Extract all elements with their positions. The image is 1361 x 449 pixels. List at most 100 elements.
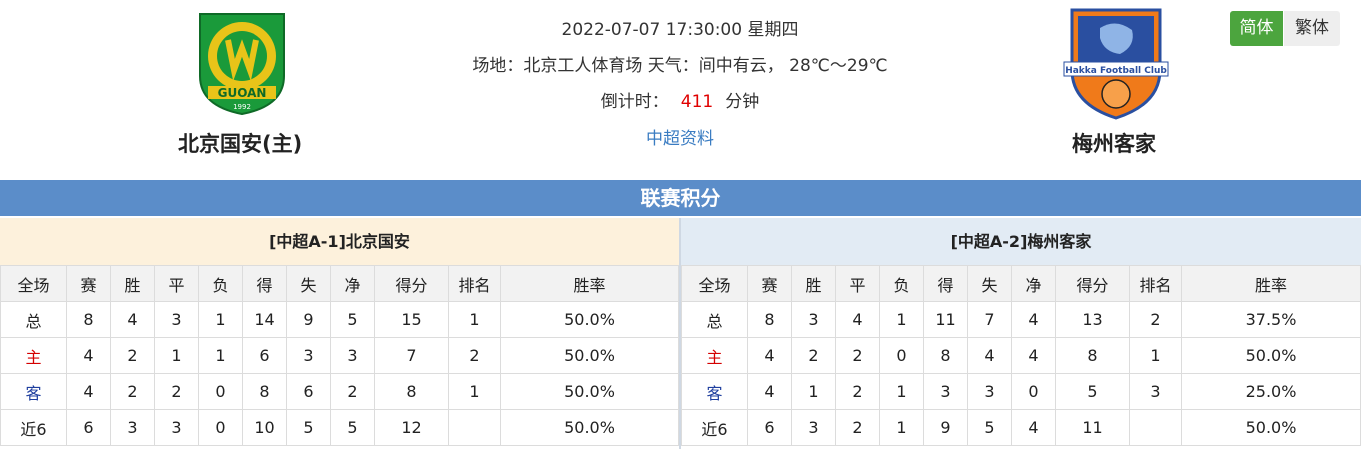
beijing-guoan-logo[interactable]: GUOAN 1992 — [194, 10, 290, 116]
table-cell: 2 — [110, 373, 155, 410]
table-cell: 8 — [242, 373, 287, 410]
col-header: 排名 — [1129, 265, 1182, 302]
league-info-link[interactable]: 中超资料 — [646, 129, 714, 149]
table-cell: 0 — [198, 373, 243, 410]
table-cell: 8 — [1055, 337, 1130, 374]
table-cell: 3 — [791, 301, 836, 338]
table-cell: 6 — [747, 409, 792, 446]
table-cell — [448, 409, 501, 446]
table-cell: 4 — [66, 373, 111, 410]
table-cell: 9 — [923, 409, 968, 446]
table-cell: 1 — [879, 373, 924, 410]
table-cell: 4 — [747, 337, 792, 374]
table-row: 客 4 2 2 0 8 6 2 8 1 50.0% — [0, 373, 679, 410]
table-cell: 7 — [967, 301, 1012, 338]
col-header: 得 — [923, 265, 968, 302]
section-title-bar: 联赛积分 — [0, 180, 1361, 216]
table-row: 主 4 2 1 1 6 3 3 7 2 50.0% — [0, 337, 679, 374]
home-table-header-row: 全场 赛 胜 平 负 得 失 净 得分 排名 胜率 — [0, 265, 679, 302]
table-cell: 12 — [374, 409, 449, 446]
table-cell: 15 — [374, 301, 449, 338]
match-datetime: 2022-07-07 17:30:00 星期四 — [561, 20, 799, 40]
svg-text:GUOAN: GUOAN — [218, 86, 267, 100]
away-team-name[interactable]: 梅州客家 — [1072, 128, 1156, 158]
table-cell: 1 — [448, 301, 501, 338]
table-cell: 1 — [198, 301, 243, 338]
table-cell: 1 — [1129, 337, 1182, 374]
table-cell: 50.0% — [500, 337, 679, 374]
table-row: 主 4 2 2 0 8 4 4 8 1 50.0% — [681, 337, 1361, 374]
col-header: 负 — [198, 265, 243, 302]
lang-simplified-button[interactable]: 简体 — [1230, 11, 1283, 46]
row-label: 客 — [0, 373, 67, 410]
table-cell: 2 — [791, 337, 836, 374]
col-header: 得 — [242, 265, 287, 302]
table-cell: 1 — [154, 337, 199, 374]
away-standings-panel: [中超A-2]梅州客家 全场 赛 胜 平 负 得 失 净 得分 排名 胜率 总 … — [681, 218, 1361, 446]
row-label: 总 — [681, 301, 748, 338]
home-standings-panel: [中超A-1]北京国安 全场 赛 胜 平 负 得 失 净 得分 排名 胜率 总 … — [0, 218, 679, 446]
table-cell: 3 — [1129, 373, 1182, 410]
table-cell: 10 — [242, 409, 287, 446]
table-cell: 2 — [110, 337, 155, 374]
row-label: 主 — [0, 337, 67, 374]
table-cell: 9 — [286, 301, 331, 338]
table-row: 近6 6 3 2 1 9 5 4 11 50.0% — [681, 409, 1361, 446]
col-header: 全场 — [0, 265, 67, 302]
table-cell: 3 — [330, 337, 375, 374]
table-row: 总 8 3 4 1 11 7 4 13 2 37.5% — [681, 301, 1361, 338]
league-info-link-wrap: 中超资料 — [420, 124, 940, 149]
table-row: 客 4 1 2 1 3 3 0 5 3 25.0% — [681, 373, 1361, 410]
table-cell: 3 — [110, 409, 155, 446]
table-cell: 3 — [154, 301, 199, 338]
svg-text:1992: 1992 — [233, 103, 251, 111]
home-team-name[interactable]: 北京国安(主) — [178, 128, 302, 158]
table-cell: 25.0% — [1181, 373, 1361, 410]
col-header: 平 — [154, 265, 199, 302]
table-cell: 6 — [66, 409, 111, 446]
countdown-label: 倒计时： — [600, 92, 669, 112]
table-cell: 8 — [923, 337, 968, 374]
row-label: 客 — [681, 373, 748, 410]
col-header: 净 — [330, 265, 375, 302]
table-cell: 8 — [374, 373, 449, 410]
away-standings-title: [中超A-2]梅州客家 — [681, 218, 1361, 265]
table-cell: 5 — [1055, 373, 1130, 410]
row-label: 近6 — [0, 409, 67, 446]
countdown-value: 411 — [680, 92, 714, 112]
table-cell: 0 — [198, 409, 243, 446]
table-cell: 50.0% — [1181, 409, 1361, 446]
table-cell: 2 — [330, 373, 375, 410]
table-cell: 13 — [1055, 301, 1130, 338]
table-row: 总 8 4 3 1 14 9 5 15 1 50.0% — [0, 301, 679, 338]
table-cell: 11 — [923, 301, 968, 338]
table-cell: 5 — [286, 409, 331, 446]
home-standings-title: [中超A-1]北京国安 — [0, 218, 679, 265]
countdown: 倒计时： 411 分钟 — [420, 87, 940, 112]
table-cell: 50.0% — [500, 409, 679, 446]
table-cell: 3 — [286, 337, 331, 374]
svg-text:Hakka Football Club: Hakka Football Club — [1065, 66, 1167, 76]
table-row: 近6 6 3 3 0 10 5 5 12 50.0% — [0, 409, 679, 446]
home-standings-table: 全场 赛 胜 平 负 得 失 净 得分 排名 胜率 总 8 4 3 1 14 9… — [0, 265, 679, 446]
table-cell: 8 — [747, 301, 792, 338]
away-table-header-row: 全场 赛 胜 平 负 得 失 净 得分 排名 胜率 — [681, 265, 1361, 302]
col-header: 全场 — [681, 265, 748, 302]
table-cell: 2 — [835, 337, 880, 374]
table-cell: 50.0% — [500, 301, 679, 338]
table-cell: 2 — [154, 373, 199, 410]
col-header: 胜 — [110, 265, 155, 302]
table-cell: 6 — [286, 373, 331, 410]
table-cell: 4 — [1011, 337, 1056, 374]
table-cell: 3 — [923, 373, 968, 410]
table-cell: 11 — [1055, 409, 1130, 446]
panel-divider — [679, 218, 681, 449]
table-cell: 14 — [242, 301, 287, 338]
table-cell: 4 — [747, 373, 792, 410]
col-header: 失 — [967, 265, 1012, 302]
col-header: 得分 — [374, 265, 449, 302]
table-cell: 5 — [330, 409, 375, 446]
table-cell: 2 — [835, 373, 880, 410]
lang-traditional-button[interactable]: 繁体 — [1284, 11, 1340, 46]
meizhou-hakka-logo[interactable]: Hakka Football Club — [1062, 8, 1170, 120]
